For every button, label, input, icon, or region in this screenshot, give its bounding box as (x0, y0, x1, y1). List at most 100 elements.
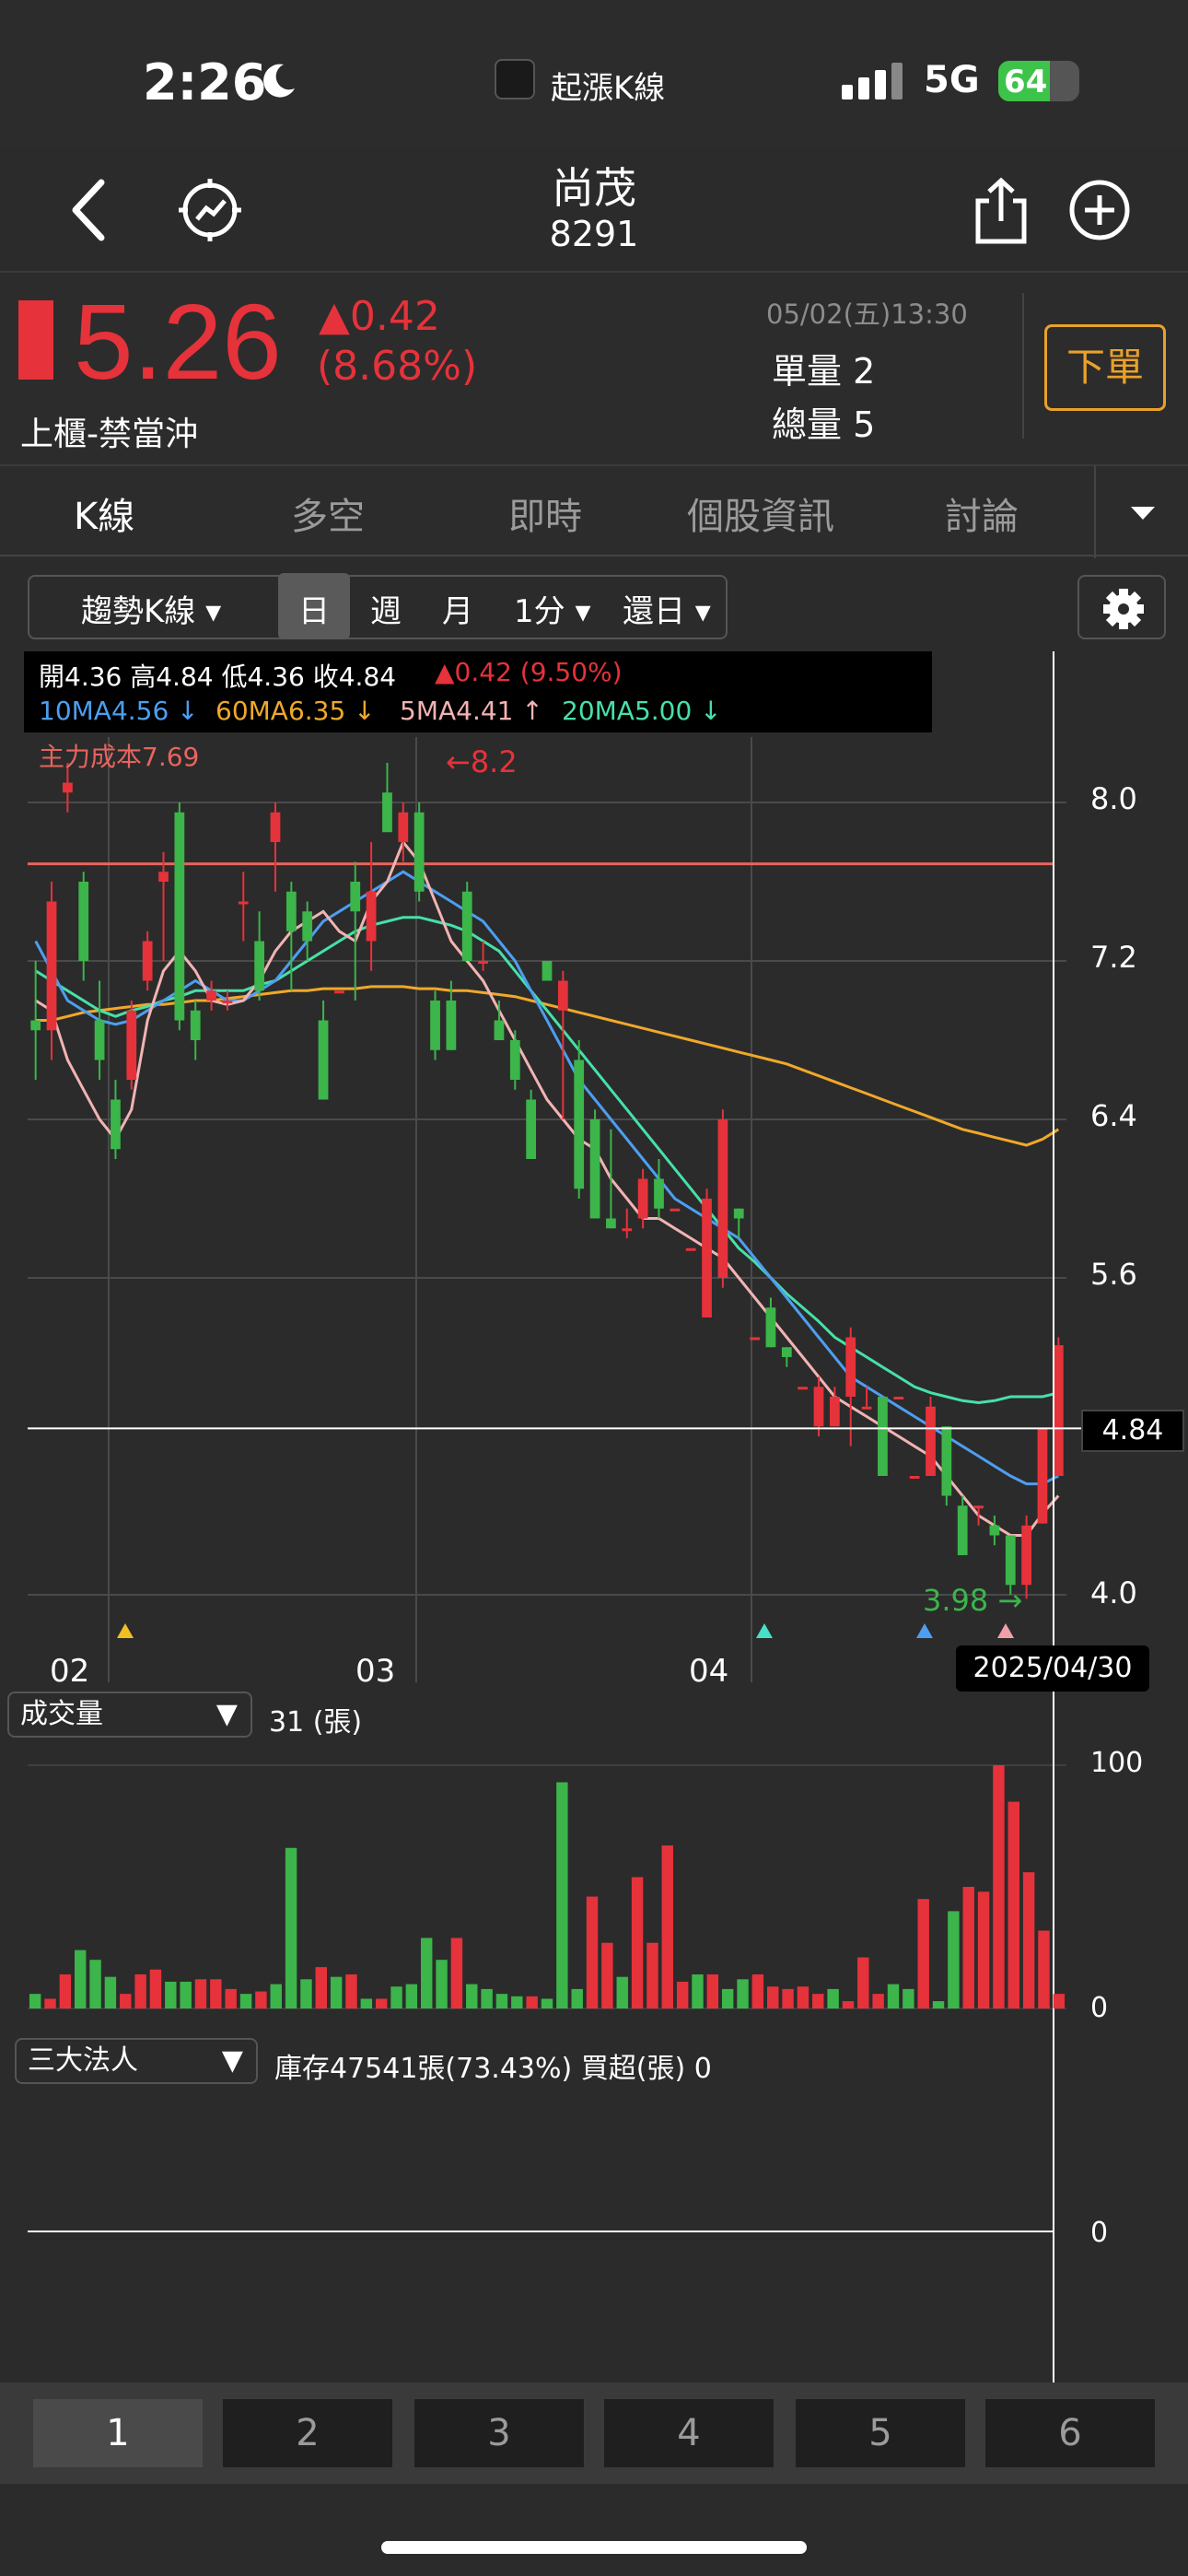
institutional-y-tick: 0 (1090, 2217, 1109, 2249)
ma5-value: 5MA4.41 ↑ (400, 696, 543, 726)
volume-bar (511, 1996, 523, 2008)
institutional-info: 庫存47541張(73.43%) 買超(張) 0 (274, 2053, 712, 2085)
restore-dropdown[interactable]: 還日 ▾ (623, 586, 711, 631)
share-icon[interactable] (969, 177, 1033, 245)
ohlc-values: 開4.36 高4.84 低4.36 收4.84 (39, 662, 397, 692)
volume-bar (315, 1967, 327, 2008)
candle-body (158, 872, 169, 882)
settings-button[interactable] (1077, 575, 1166, 639)
total-volume: 總量 5 (772, 404, 876, 445)
tab-stock-info[interactable]: 個股資訊 (687, 486, 834, 540)
candle-body (398, 812, 409, 842)
dropdown-arrow-icon: ▼ (221, 2044, 243, 2077)
volume-bar (631, 1877, 644, 2008)
candle-body (798, 1387, 809, 1390)
volume-bar (104, 1976, 117, 2008)
x-label-month: 03 (355, 1653, 396, 1690)
period-week[interactable]: 週 (370, 586, 402, 631)
candle-body (285, 891, 297, 931)
candle-body (430, 1001, 440, 1050)
candle-body (606, 1218, 616, 1229)
volume-bar (165, 1981, 177, 2008)
candle-body (829, 1397, 840, 1427)
gear-icon (1103, 589, 1144, 629)
candle-body (366, 891, 377, 942)
page-button-3[interactable]: 3 (414, 2399, 584, 2467)
volume-bar (255, 1991, 267, 2008)
volume-bar (721, 1988, 734, 2008)
tab-discussion[interactable]: 討論 (945, 486, 1019, 540)
volume-bar (948, 1911, 960, 2008)
page-button-4[interactable]: 4 (604, 2399, 774, 2467)
y-tick: 6.4 (1090, 1098, 1137, 1133)
candle-body (733, 1208, 744, 1219)
dropdown-arrow-icon: ▼ (215, 1698, 238, 1730)
signal-triangle-icon (756, 1623, 773, 1638)
add-icon[interactable] (1066, 177, 1133, 243)
candle-body (765, 1307, 776, 1348)
order-button[interactable]: 下單 (1044, 324, 1166, 411)
volume-bar (917, 1899, 929, 2008)
candle-body (781, 1347, 792, 1357)
candle-body (845, 1337, 856, 1397)
volume-bar (210, 1979, 222, 2008)
volume-bar (1022, 1872, 1035, 2008)
page-button-6[interactable]: 6 (985, 2399, 1155, 2467)
candle-body (78, 882, 89, 961)
period-day[interactable]: 日 (298, 586, 330, 631)
candle-body (973, 1505, 984, 1509)
home-indicator (381, 2541, 807, 2554)
tab-bull-bear[interactable]: 多空 (291, 486, 365, 540)
page-button-2[interactable]: 2 (223, 2399, 392, 2467)
volume-bar (134, 1974, 146, 2008)
volume-bar (977, 1891, 990, 2008)
volume-bar (616, 1976, 628, 2008)
page-button-5[interactable]: 5 (796, 2399, 965, 2467)
candle-body (637, 1178, 648, 1219)
indicator-select-institutional[interactable]: 三大法人 ▼ (15, 2038, 258, 2084)
volume-bar (962, 1887, 974, 2008)
price-direction-bar (18, 300, 53, 380)
kline-type-dropdown[interactable]: 趨勢K線 ▾ (81, 586, 221, 631)
volume-bar (676, 1981, 689, 2008)
signal-triangle-icon (997, 1623, 1014, 1638)
tab-kline[interactable]: K線 (74, 486, 134, 540)
volume-bar (180, 1981, 192, 2008)
price-chart[interactable] (0, 645, 1188, 2395)
candle-body (526, 1099, 537, 1159)
volume-bar (767, 1986, 779, 2008)
candle-body (350, 882, 361, 912)
candle-body (270, 812, 281, 842)
period-month[interactable]: 月 (442, 586, 473, 631)
status-bar: 2:26 起漲K線 5G 64 (0, 0, 1188, 147)
caret-down-icon (1131, 507, 1155, 520)
volume-bar (466, 1984, 478, 2008)
volume-bar (44, 1998, 56, 2008)
divider (1022, 293, 1024, 439)
candle-body (206, 990, 216, 1001)
volume-bar (692, 1974, 704, 2008)
tab-more-button[interactable] (1094, 466, 1188, 558)
volume-bar (782, 1988, 794, 2008)
period-minute-dropdown[interactable]: 1分 ▾ (514, 586, 591, 631)
volume-bar (526, 1996, 538, 2008)
candle-body (446, 1001, 457, 1050)
main-cost-label: 主力成本7.69 (39, 742, 200, 772)
volume-bar (887, 1984, 900, 2008)
page-button-1[interactable]: 1 (33, 2399, 203, 2467)
volume-y-tick: 0 (1090, 1992, 1109, 2024)
volume-bar (1038, 1930, 1050, 2008)
tab-bar: K線 多空 即時 個股資訊 討論 (0, 464, 1188, 558)
layout-pager: 1 2 3 4 5 6 (0, 2383, 1188, 2484)
volume-bar (360, 1998, 373, 2008)
tab-realtime[interactable]: 即時 (508, 486, 582, 540)
candle-body (318, 1020, 329, 1100)
candle-body (941, 1426, 952, 1496)
volume-bar (390, 1986, 402, 2008)
candle-body (861, 1406, 872, 1410)
candle-body (494, 1020, 505, 1040)
volume-bar (797, 1986, 809, 2008)
low-price-marker: 3.98 → (923, 1583, 1023, 1618)
volume-bar (405, 1984, 418, 2008)
indicator-select-volume[interactable]: 成交量 ▼ (7, 1692, 252, 1738)
